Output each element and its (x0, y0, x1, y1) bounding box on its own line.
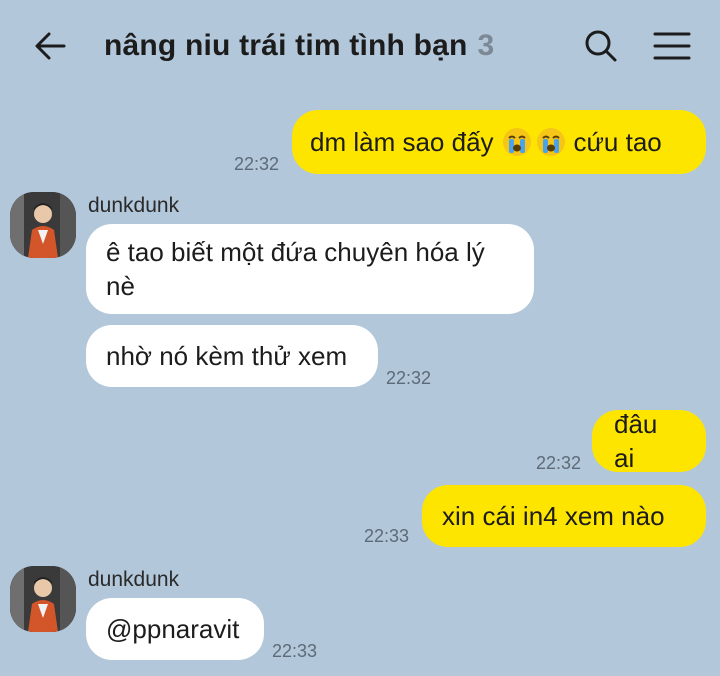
message-text: dm làm sao đấy (310, 127, 494, 157)
hamburger-menu-icon (653, 32, 691, 60)
incoming-message-bubble[interactable]: nhờ nó kèm thử xem (86, 325, 378, 387)
chat-title: nâng niu trái tim tình bạn (104, 29, 468, 62)
chat-header: nâng niu trái tim tình bạn 3 (0, 0, 720, 90)
avatar[interactable] (10, 566, 76, 632)
search-icon (585, 30, 617, 62)
message-text: ê tao biết một đứa chuyên hóa lý nè (106, 237, 485, 301)
back-button[interactable] (30, 28, 70, 64)
crying-face-icon (536, 128, 565, 156)
message-time: 22:33 (364, 526, 410, 546)
message-time: 22:32 (386, 368, 432, 388)
message-time: 22:33 (272, 641, 318, 661)
incoming-message-bubble[interactable]: ê tao biết một đứa chuyên hóa lý nè (86, 224, 534, 314)
avatar[interactable] (10, 192, 76, 258)
outgoing-message-bubble[interactable]: đâu ai (592, 409, 706, 473)
message-text: đâu ai (614, 409, 658, 473)
profile-photo-icon (10, 192, 76, 258)
sender-name: dunkdunk (88, 568, 180, 591)
search-button[interactable] (582, 28, 620, 64)
profile-photo-icon (10, 566, 76, 632)
chat-title-area[interactable]: nâng niu trái tim tình bạn 3 (104, 26, 494, 66)
menu-button[interactable] (650, 28, 694, 64)
emoji-group (500, 127, 568, 157)
outgoing-message-bubble[interactable]: xin cái in4 xem nào (422, 485, 706, 547)
message-text: @ppnaravit (106, 614, 240, 644)
message-time: 22:32 (234, 154, 280, 174)
incoming-message-bubble[interactable]: @ppnaravit (86, 598, 264, 660)
message-time: 22:32 (536, 453, 582, 473)
message-text: xin cái in4 xem nào (442, 501, 665, 531)
message-text: cứu tao (573, 127, 662, 157)
crying-face-icon (502, 128, 531, 156)
message-text: nhờ nó kèm thử xem (106, 341, 348, 371)
outgoing-message-bubble[interactable]: dm làm sao đấy cứu tao (292, 110, 706, 174)
arrow-left-icon (35, 32, 66, 60)
member-count: 3 (477, 29, 495, 62)
sender-name: dunkdunk (88, 194, 180, 217)
